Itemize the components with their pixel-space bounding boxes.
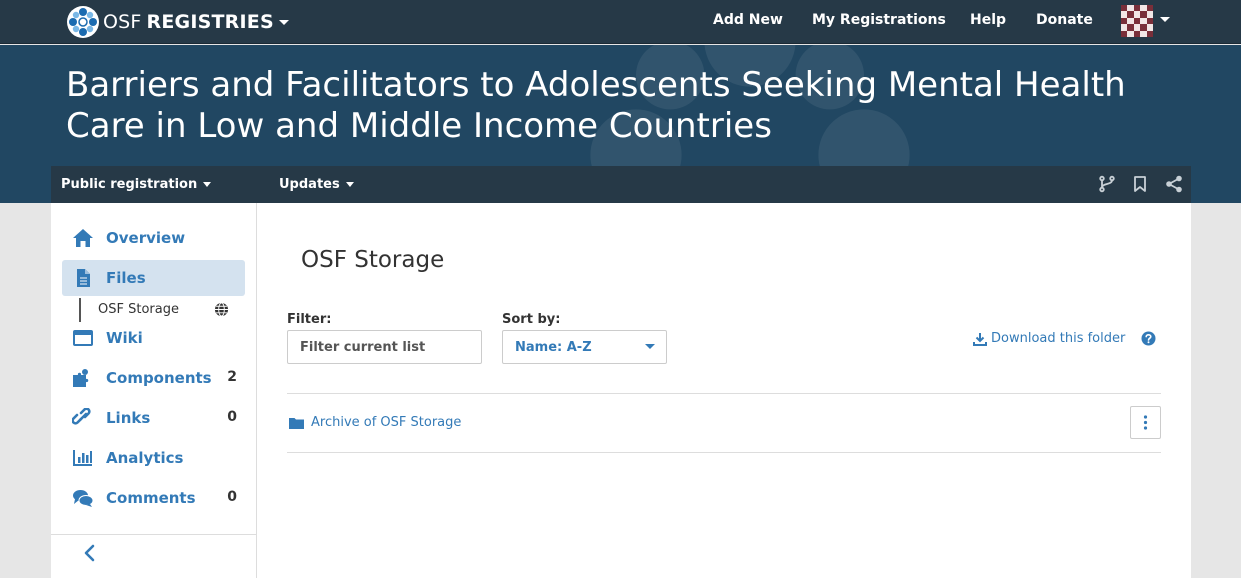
user-avatar[interactable] <box>1121 5 1153 37</box>
osf-logo-icon <box>67 6 99 38</box>
sidebar-item-overview[interactable]: Overview <box>62 220 245 256</box>
nav-donate-link[interactable]: Donate <box>1036 12 1093 28</box>
sidebar-subitem-osf-storage[interactable]: OSF Storage <box>79 298 229 322</box>
home-icon <box>73 229 93 247</box>
sidebar-item-files[interactable]: Files <box>62 260 245 296</box>
sidebar-item-label: Overview <box>106 229 186 247</box>
chevron-down-icon <box>645 344 655 349</box>
sidebar-item-components[interactable]: Components 2 <box>62 360 245 396</box>
fork-icon[interactable] <box>1098 175 1116 193</box>
sort-label: Sort by: <box>502 312 561 327</box>
sidebar-item-label: Files <box>106 269 146 287</box>
sidebar-item-label: Analytics <box>106 449 184 467</box>
comments-count: 0 <box>227 489 237 505</box>
osf-registries-brand-menu[interactable]: OSF REGISTRIES <box>66 5 289 39</box>
nav-my-registrations-link[interactable]: My Registrations <box>812 12 946 28</box>
nav-add-new-link[interactable]: Add New <box>713 12 783 28</box>
download-folder-label: Download this folder <box>991 331 1126 346</box>
sidebar-item-wiki[interactable]: Wiki <box>62 320 245 356</box>
page-title: OSF Storage <box>301 247 445 273</box>
updates-label: Updates <box>279 177 340 192</box>
components-count: 2 <box>227 369 237 385</box>
sidebar-subitem-label: OSF Storage <box>98 302 179 317</box>
public-registration-dropdown[interactable]: Public registration <box>61 177 212 192</box>
globe-icon <box>214 302 229 317</box>
download-icon <box>973 332 987 346</box>
brand-product-text: REGISTRIES <box>146 11 274 33</box>
chevron-down-icon <box>203 182 212 187</box>
chevron-left-icon[interactable] <box>81 543 99 563</box>
sidebar-item-label: Links <box>106 409 151 427</box>
wiki-icon <box>73 330 93 346</box>
filter-input[interactable] <box>287 330 482 364</box>
sidebar-item-label: Comments <box>106 489 196 507</box>
nav-help-link[interactable]: Help <box>970 12 1006 28</box>
sidebar-item-label: Components <box>106 369 212 387</box>
updates-dropdown[interactable]: Updates <box>279 177 354 192</box>
folder-icon <box>289 418 304 429</box>
puzzle-icon <box>73 369 89 387</box>
main-panel: Overview Files OSF Storage Wiki Componen… <box>51 203 1191 578</box>
files-content: OSF Storage Filter: Sort by: Name: A-Z D… <box>257 203 1191 578</box>
link-icon <box>72 408 91 425</box>
links-count: 0 <box>227 409 237 425</box>
sidebar-item-comments[interactable]: Comments 0 <box>62 480 245 516</box>
chevron-down-icon <box>345 182 354 187</box>
file-icon <box>77 269 90 287</box>
sort-value: Name: A-Z <box>515 340 592 355</box>
bar-chart-icon <box>73 450 92 466</box>
kebab-menu-icon <box>1143 415 1148 430</box>
brand-osf-text: OSF <box>103 11 142 33</box>
divider <box>287 452 1161 453</box>
chevron-down-icon <box>278 19 289 25</box>
sidebar-item-links[interactable]: Links 0 <box>62 400 245 436</box>
sidebar: Overview Files OSF Storage Wiki Componen… <box>51 203 257 578</box>
download-folder-link[interactable]: Download this folder <box>973 331 1125 346</box>
registration-title: Barriers and Facilitators to Adolescents… <box>66 65 1126 146</box>
more-options-button[interactable] <box>1130 406 1161 439</box>
share-icon[interactable] <box>1165 175 1183 193</box>
sidebar-item-label: Wiki <box>106 329 143 347</box>
comments-icon <box>73 490 94 507</box>
file-row: Archive of OSF Storage <box>287 394 1161 452</box>
help-icon[interactable] <box>1141 331 1156 346</box>
sidebar-divider <box>51 534 257 535</box>
filter-label: Filter: <box>287 312 332 327</box>
registration-subnav: Public registration Updates <box>51 166 1191 203</box>
public-registration-label: Public registration <box>61 177 198 192</box>
top-navbar: OSF REGISTRIES Add New My Registrations … <box>0 0 1241 44</box>
sidebar-item-analytics[interactable]: Analytics <box>62 440 245 476</box>
chevron-down-icon[interactable] <box>1160 17 1170 22</box>
sort-select[interactable]: Name: A-Z <box>502 330 667 364</box>
bookmark-icon[interactable] <box>1131 175 1149 193</box>
file-name-link[interactable]: Archive of OSF Storage <box>311 415 461 430</box>
